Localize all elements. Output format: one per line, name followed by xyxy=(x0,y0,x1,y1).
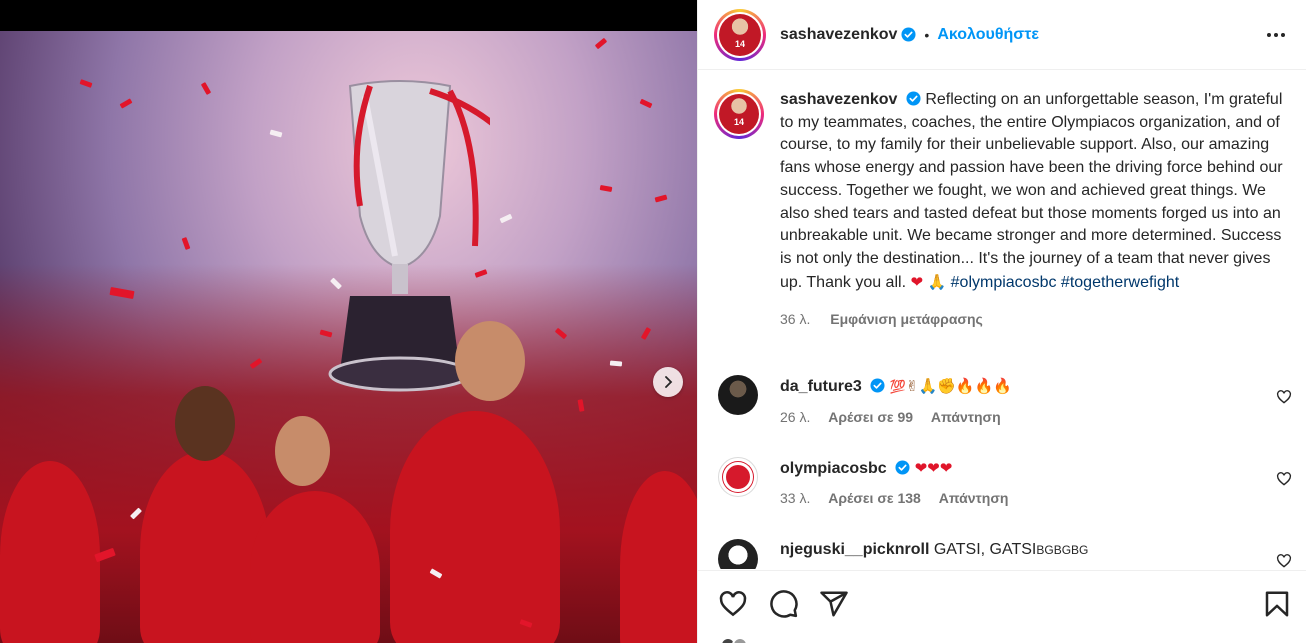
player-head xyxy=(275,416,330,486)
hashtag-link[interactable]: #olympiacosbc xyxy=(951,274,1057,291)
verified-badge-icon xyxy=(870,378,885,393)
show-translation-button[interactable]: Εμφάνιση μετάφρασης xyxy=(830,311,983,327)
confetti xyxy=(609,360,623,367)
next-photo-button[interactable] xyxy=(653,367,683,397)
comment-likes[interactable]: Αρέσει σε 99 xyxy=(828,409,913,425)
bookmark-icon[interactable] xyxy=(1262,589,1292,619)
avatar[interactable]: 14 xyxy=(714,8,766,61)
confetti xyxy=(654,194,668,203)
header-username[interactable]: sashavezenkov xyxy=(780,26,897,44)
avatar[interactable] xyxy=(718,375,758,415)
heart-icon[interactable] xyxy=(1276,553,1292,569)
comment-meta: 26 λ. Αρέσει σε 99 Απάντηση xyxy=(780,406,1260,428)
comment-username[interactable]: njeguski__picknroll xyxy=(780,541,929,558)
verified-badge-icon xyxy=(906,91,921,106)
comment-meta: 33 λ. Αρέσει σε 138 Απάντηση xyxy=(780,487,1260,509)
comment-text: GATSI, GATSI xyxy=(933,541,1037,558)
player-head xyxy=(175,386,235,461)
follow-button[interactable]: Ακολουθήστε xyxy=(937,26,1039,44)
reply-button[interactable]: Απάντηση xyxy=(939,490,1009,506)
confetti xyxy=(119,98,133,109)
player-figure xyxy=(390,411,560,643)
confetti xyxy=(599,184,613,193)
comment-item: njeguski__picknroll GATSI, GATSIBGBGBG xyxy=(714,539,1294,569)
folded-hands-emoji: 🙏 xyxy=(918,377,938,395)
confetti xyxy=(639,98,653,109)
confetti xyxy=(200,82,212,95)
send-icon[interactable] xyxy=(819,589,849,619)
more-horizontal-icon xyxy=(1267,33,1271,37)
comment-time[interactable]: 33 λ. xyxy=(780,490,810,506)
olympiacos-logo xyxy=(723,462,753,492)
caption-time[interactable]: 36 λ. xyxy=(780,311,810,327)
player-figure xyxy=(250,491,380,643)
post-photo xyxy=(0,31,697,643)
comment-body: da_future3 💯✌🙏✊🔥🔥🔥 26 λ. Αρέσει σε 99 Απ… xyxy=(780,375,1260,428)
chevron-right-icon xyxy=(665,376,673,388)
comment-likes[interactable]: Αρέσει σε 138 xyxy=(828,490,921,506)
hundred-emoji: 💯 xyxy=(889,380,906,395)
verified-badge-icon xyxy=(895,460,910,475)
caption-meta: 36 λ. Εμφάνιση μετάφρασης xyxy=(780,308,1290,331)
comment-username[interactable]: da_future3 xyxy=(780,378,862,395)
comment-icon[interactable] xyxy=(769,589,799,619)
comments-list[interactable]: 14 sashavezenkov Reflecting on an unforg… xyxy=(698,71,1306,569)
caption-body: sashavezenkov Reflecting on an unforgett… xyxy=(780,89,1290,331)
comment-time[interactable]: 26 λ. xyxy=(780,409,810,425)
fire-emoji: 🔥🔥🔥 xyxy=(955,377,1012,395)
header-separator: • xyxy=(924,26,930,43)
avatar[interactable] xyxy=(718,539,758,569)
comment-body: njeguski__picknroll GATSI, GATSIBGBGBG xyxy=(780,539,1260,569)
avatar-image: 14 xyxy=(719,13,761,56)
post-actions-bar xyxy=(698,570,1306,643)
avatar-image: 14 xyxy=(719,94,759,134)
confetti xyxy=(499,213,513,224)
liked-by-avatars[interactable] xyxy=(720,637,756,643)
post-header: 14 sashavezenkov • Ακολουθήστε xyxy=(698,0,1306,70)
confetti xyxy=(181,237,191,250)
victory-hand-emoji: ✌ xyxy=(905,377,919,395)
raised-fist-emoji: ✊ xyxy=(937,377,956,395)
flag-emojis: BGBGBG xyxy=(1036,543,1089,557)
confetti xyxy=(269,129,283,138)
confetti xyxy=(594,37,608,50)
verified-badge-icon xyxy=(901,27,916,42)
avatar[interactable] xyxy=(718,457,758,497)
heart-icon[interactable] xyxy=(1276,389,1292,405)
reply-button[interactable]: Απάντηση xyxy=(931,409,1001,425)
avatar xyxy=(732,637,748,643)
folded-hands-emoji: 🙏 xyxy=(927,272,947,291)
comment-body: olympiacosbc ❤❤❤ 33 λ. Αρέσει σε 138 Απά… xyxy=(780,457,1260,509)
post-media[interactable] xyxy=(0,0,697,643)
heart-emoji: ❤ xyxy=(910,272,924,291)
post-caption: 14 sashavezenkov Reflecting on an unforg… xyxy=(714,89,1294,331)
post-side-panel: 14 sashavezenkov • Ακολουθήστε 14 sashav… xyxy=(697,0,1306,643)
heart-emoji: ❤❤❤ xyxy=(914,459,953,477)
player-head xyxy=(455,321,525,401)
hashtag-link[interactable]: #togetherwefight xyxy=(1061,274,1179,291)
confetti xyxy=(79,79,93,88)
comment-item: olympiacosbc ❤❤❤ 33 λ. Αρέσει σε 138 Απά… xyxy=(714,457,1294,509)
caption-text: Reflecting on an unforgettable season, I… xyxy=(780,91,1283,291)
more-options-button[interactable] xyxy=(1264,24,1288,46)
heart-icon[interactable] xyxy=(1276,471,1292,487)
comment-item: da_future3 💯✌🙏✊🔥🔥🔥 26 λ. Αρέσει σε 99 Απ… xyxy=(714,375,1294,428)
caption-username[interactable]: sashavezenkov xyxy=(780,91,897,108)
player-figure xyxy=(0,461,100,643)
avatar[interactable]: 14 xyxy=(714,89,764,139)
comment-username[interactable]: olympiacosbc xyxy=(780,460,887,477)
heart-icon[interactable] xyxy=(718,589,748,619)
